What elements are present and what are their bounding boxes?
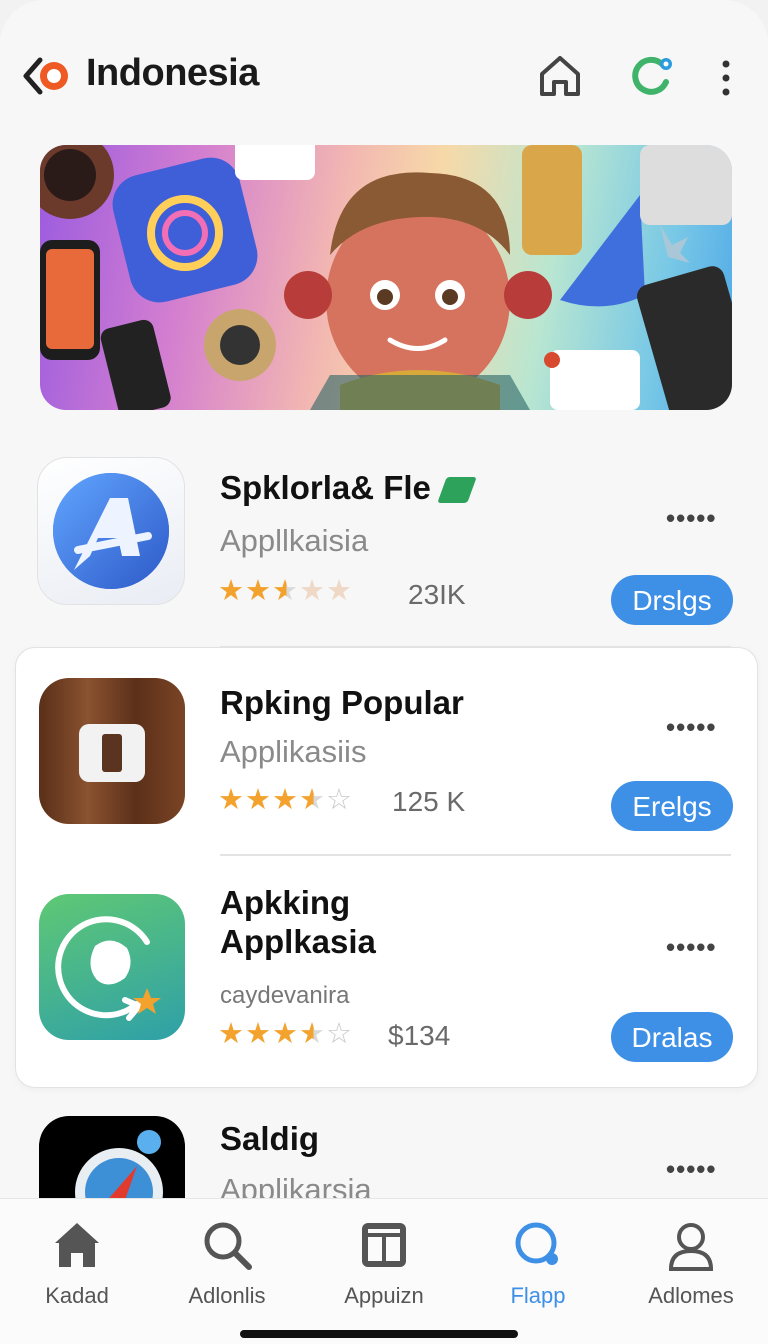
more-options-icon[interactable]: ••••• xyxy=(666,1154,717,1185)
app-category: caydevanira xyxy=(220,982,350,1009)
star-icon: ★ xyxy=(218,575,244,607)
nav-label: Kadad xyxy=(45,1283,109,1308)
nav-item-adlomes[interactable]: Adlomes xyxy=(631,1217,751,1317)
back-logo-icon[interactable] xyxy=(22,54,74,98)
more-vertical-icon[interactable] xyxy=(712,56,740,100)
nav-item-appuizn[interactable]: Appuizn xyxy=(324,1217,444,1317)
nav-label: Adlomes xyxy=(648,1283,734,1308)
search-icon xyxy=(204,1222,252,1270)
star-rating: ★ ★ ★ ★ ☆ xyxy=(218,1018,353,1050)
star-icon: ★ xyxy=(299,575,325,607)
star-icon: ★ xyxy=(245,1018,271,1050)
star-icon: ★ xyxy=(218,1018,244,1050)
more-options-icon[interactable]: ••••• xyxy=(666,932,717,963)
star-icon: ★ xyxy=(218,784,244,816)
nav-item-adlonlis[interactable]: Adlonlis xyxy=(167,1217,287,1317)
more-options-icon[interactable]: ••••• xyxy=(666,712,717,743)
grid-box-icon xyxy=(362,1223,406,1267)
star-icon: ★ xyxy=(245,575,271,607)
home-filled-icon xyxy=(55,1223,99,1267)
nav-label: Flapp xyxy=(510,1283,566,1308)
rating-count: 23IK xyxy=(408,579,466,610)
nav-label: Adlonlis xyxy=(188,1283,266,1308)
star-icon: ★ xyxy=(299,784,325,816)
star-icon: ☆ xyxy=(326,784,352,816)
home-icon[interactable] xyxy=(536,52,584,100)
star-icon: ★ xyxy=(272,784,298,816)
app-name: Spklorla& Fle xyxy=(220,469,477,508)
app-category: Applikasiis xyxy=(220,734,367,769)
star-icon: ★ xyxy=(245,784,271,816)
verified-badge-icon xyxy=(437,477,477,504)
app-store-a-icon xyxy=(37,457,185,605)
rating-count: 125 K xyxy=(392,786,466,817)
app-name: Apkking Applkasia xyxy=(220,884,376,960)
rating-count: $134 xyxy=(388,1020,451,1051)
install-button[interactable]: Drslgs xyxy=(611,575,733,625)
app-screen: Indonesia Spklorla& Fle Appllkaisia ★ ★ … xyxy=(0,0,768,1344)
search-circle-icon xyxy=(515,1222,558,1265)
featured-banner[interactable] xyxy=(40,145,732,410)
divider xyxy=(220,646,731,648)
divider xyxy=(220,854,731,856)
install-button[interactable]: Erelgs xyxy=(611,781,733,831)
more-options-icon[interactable]: ••••• xyxy=(666,503,717,534)
wood-tile-icon xyxy=(39,678,185,824)
app-category: Appllkaisia xyxy=(220,523,369,558)
star-rating: ★ ★ ★ ★ ☆ xyxy=(218,784,353,816)
star-icon: ★ xyxy=(272,1018,298,1050)
home-indicator[interactable] xyxy=(240,1330,518,1338)
nav-item-flapp[interactable]: Flapp xyxy=(478,1217,598,1317)
nav-item-kadad[interactable]: Kadad xyxy=(17,1217,137,1317)
page-title: Indonesia xyxy=(86,52,259,94)
refresh-icon[interactable] xyxy=(626,52,678,100)
star-icon: ★ xyxy=(272,575,298,607)
banner-illustration xyxy=(40,145,732,410)
star-icon: ★ xyxy=(326,575,352,607)
top-bar: Indonesia xyxy=(0,40,768,112)
install-button[interactable]: Dralas xyxy=(611,1012,733,1062)
profile-icon xyxy=(668,1223,714,1271)
app-name: Saldig xyxy=(220,1120,320,1157)
nav-label: Appuizn xyxy=(344,1283,424,1308)
app-name: Rpking Popular xyxy=(220,684,464,721)
star-icon: ☆ xyxy=(326,1018,352,1050)
map-rotate-icon xyxy=(39,894,185,1040)
star-rating: ★ ★ ★ ★ ★ xyxy=(218,575,353,607)
bottom-navigation: Kadad Adlonlis Appuizn Flapp Adlomes xyxy=(0,1198,768,1344)
star-icon: ★ xyxy=(299,1018,325,1050)
